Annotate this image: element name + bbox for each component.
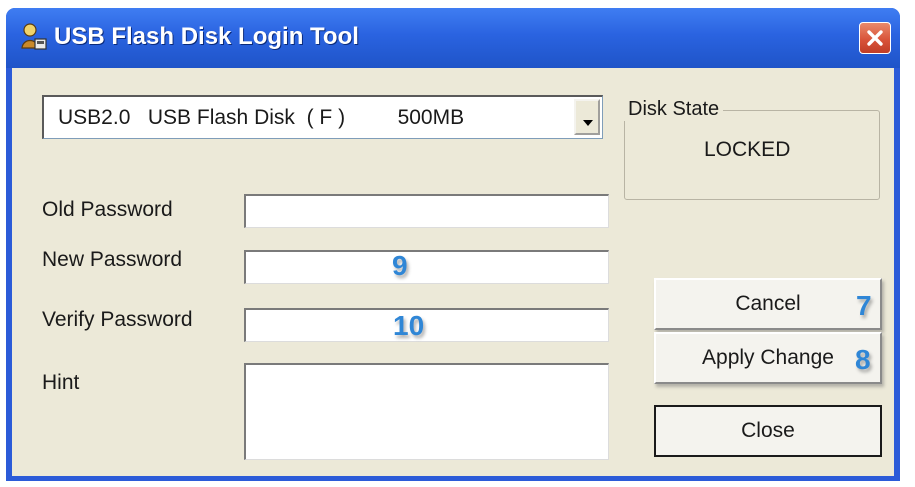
hint-field[interactable] <box>244 363 609 460</box>
chevron-down-icon <box>583 120 593 126</box>
new-password-label: New Password <box>42 248 183 271</box>
old-password-label: Old Password <box>42 198 173 221</box>
usb-user-icon <box>21 23 47 50</box>
apply-change-button-label: Apply Change <box>702 346 834 369</box>
annotation-10: 10 <box>393 310 425 341</box>
disk-state-label: Disk State <box>624 98 724 121</box>
dialog-body: USB2.0 USB Flash Disk ( F ) 500MB Disk S… <box>12 68 894 476</box>
annotation-8: 8 <box>855 344 871 375</box>
device-select-value: USB2.0 USB Flash Disk ( F ) 500MB <box>58 106 465 129</box>
hint-label: Hint <box>42 371 80 394</box>
verify-password-label: Verify Password <box>42 308 193 331</box>
annotation-9: 9 <box>392 250 408 281</box>
disk-state-value: LOCKED <box>704 138 791 161</box>
verify-password-field[interactable] <box>244 308 609 342</box>
title-bar[interactable]: USB Flash Disk Login Tool <box>6 8 900 68</box>
new-password-field[interactable] <box>244 250 609 284</box>
cancel-button[interactable]: Cancel <box>654 278 882 330</box>
device-select[interactable]: USB2.0 USB Flash Disk ( F ) 500MB <box>42 95 603 139</box>
old-password-field[interactable] <box>244 194 609 228</box>
annotation-7: 7 <box>856 290 872 321</box>
window-close-button[interactable] <box>859 22 891 54</box>
dialog-window: USB Flash Disk Login Tool USB2.0 USB Fla… <box>6 8 900 481</box>
apply-change-button[interactable]: Apply Change <box>654 332 882 384</box>
close-button-label: Close <box>741 419 795 442</box>
device-dropdown-button[interactable] <box>574 99 600 135</box>
close-button[interactable]: Close <box>654 405 882 457</box>
close-icon <box>867 30 883 46</box>
cancel-button-label: Cancel <box>735 292 801 315</box>
window-title: USB Flash Disk Login Tool <box>54 23 359 50</box>
